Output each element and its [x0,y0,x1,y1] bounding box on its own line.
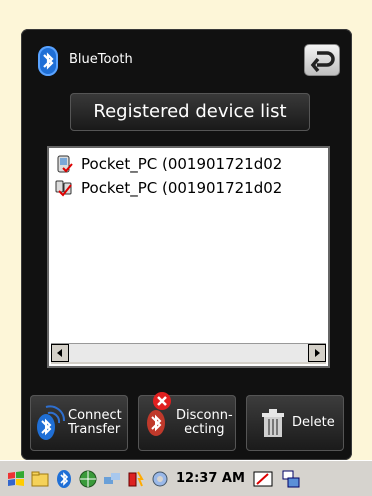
back-arrow-icon [310,51,335,73]
disconnect-label-line2: ecting [184,422,225,437]
network-icon[interactable] [102,469,122,489]
taskbar: 12:37 AM [0,460,372,496]
arrow-right-icon [315,349,320,357]
delete-button[interactable]: Delete [246,395,344,451]
bluetooth-signal-icon [37,405,66,440]
registered-device-list-button[interactable]: Registered device list [70,93,310,131]
action-bar: Connect Transfer Disconn- ecting Delete [21,389,352,460]
delete-label: Delete [292,415,335,430]
connect-transfer-button[interactable]: Connect Transfer [30,395,128,451]
scroll-right-button[interactable] [308,344,326,362]
device-name: Pocket_PC (001901721d02 [81,155,283,173]
folder-icon[interactable] [30,469,50,489]
input-pen-icon[interactable] [253,469,273,489]
bluetooth-panel: BlueTooth Registered device list Pocket_… [21,29,352,460]
globe-icon[interactable] [78,469,98,489]
switch-window-icon[interactable] [281,469,301,489]
battery-icon[interactable] [126,469,146,489]
bluetooth-icon [38,46,58,76]
pocket-pc-icon [57,155,73,173]
horizontal-scrollbar[interactable] [51,343,326,364]
settings-gear-icon[interactable] [150,469,170,489]
scroll-track[interactable] [69,344,308,362]
windows-start-icon[interactable] [6,469,26,489]
device-list: Pocket_PC (001901721d02 Pocket_PC (00190… [47,146,330,368]
bluetooth-icon[interactable] [54,469,74,489]
disconnect-x-icon [147,392,171,436]
connect-label-line1: Connect [68,408,122,423]
list-item[interactable]: Pocket_PC (001901721d02 [55,177,282,199]
clock[interactable]: 12:37 AM [176,471,245,486]
disconnect-label-line1: Disconn- [176,408,233,423]
connected-devices-icon [55,180,72,197]
back-button[interactable] [304,44,340,76]
scroll-left-button[interactable] [51,344,69,362]
arrow-left-icon [57,349,62,357]
connect-label-line2: Transfer [68,422,121,437]
list-item[interactable]: Pocket_PC (001901721d02 [55,153,282,175]
device-name: Pocket_PC (001901721d02 [81,179,283,197]
window-title: BlueTooth [69,52,133,67]
disconnecting-button[interactable]: Disconn- ecting [138,392,236,451]
trash-icon [262,409,284,437]
